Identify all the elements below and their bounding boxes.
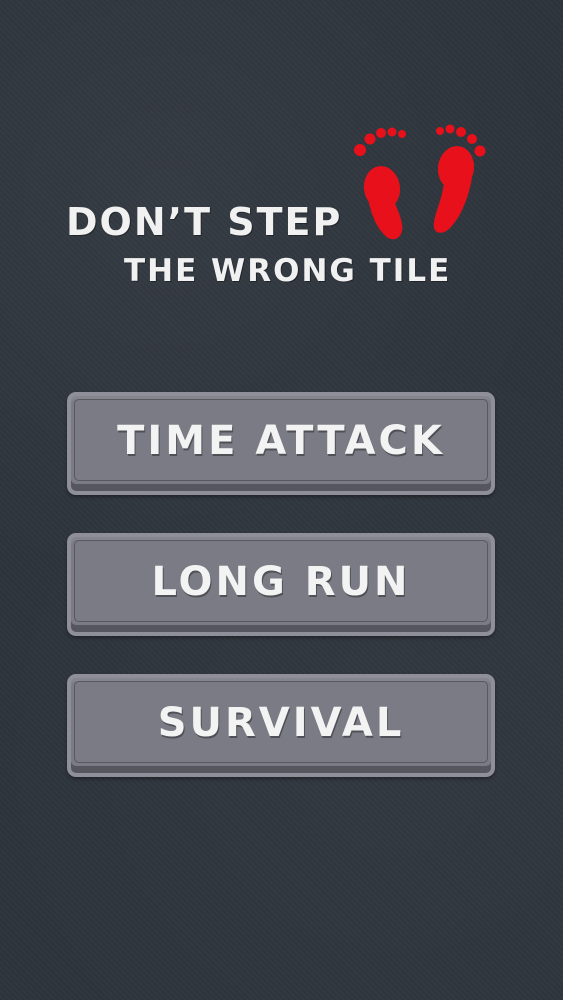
time-attack-label: TIME ATTACK: [117, 417, 445, 464]
survival-label: SURVIVAL: [157, 699, 405, 746]
red-footprints-icon: [354, 124, 486, 240]
game-mode-menu: TIME ATTACK LONG RUN SURVIVAL: [67, 392, 495, 815]
long-run-button[interactable]: LONG RUN: [67, 533, 495, 636]
title-line-2: THE WRONG TILE: [124, 253, 452, 289]
main-menu-screen: DON’T STEP THE WRONG TILE TIME ATTACK LO…: [0, 0, 563, 1000]
survival-button[interactable]: SURVIVAL: [67, 674, 495, 777]
time-attack-button[interactable]: TIME ATTACK: [67, 392, 495, 495]
title-line-1: DON’T STEP: [66, 200, 343, 244]
long-run-label: LONG RUN: [151, 558, 411, 605]
